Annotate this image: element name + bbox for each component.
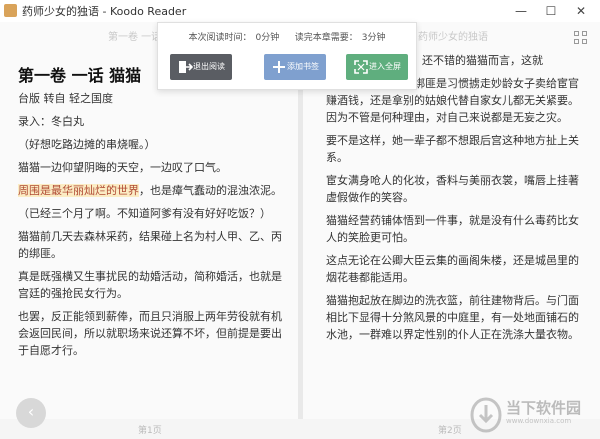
paragraph: 猫猫前几天去森林采药，结果碰上名为村人甲、乙、丙的绑匪。 [18,230,282,260]
paragraph-fragment: 还不错的猫猫而言，这就 [422,54,543,67]
exit-reading-button[interactable]: 退出阅读 [170,54,232,80]
paragraph: 台版 转自 轻之国度 [18,92,113,105]
maximize-button[interactable]: ☐ [536,0,566,22]
read-time-label: 本次阅读时间： [188,33,252,43]
plus-icon [273,61,285,73]
chapter-title: 第一卷 一话 猫猫 [18,66,142,85]
watermark: 当下软件园 www.downxia.com [470,395,596,435]
paragraph: 要不是这样，她一辈子都不想跟后宫这种地方扯上关系。 [326,134,579,164]
title-bar: 药师少女的独语 - Koodo Reader — ☐ ✕ [0,0,600,23]
right-page-number: 第2页 [438,426,462,436]
paragraph: （好想吃路边摊的串烧喔。） [18,138,156,151]
grid-icon[interactable] [574,31,588,45]
paragraph: 猫猫抱起放在脚边的洗衣篮，前往建物背后。与门面相比下显得十分煞风景的中庭里，有一… [326,294,579,341]
paragraph: （已经三个月了啊。不知道阿爹有没有好好吃饭？） [18,207,271,220]
highlighted-text[interactable]: 周围是最华丽灿烂的世界 [18,184,139,197]
close-button[interactable]: ✕ [566,0,596,22]
window-title: 药师少女的独语 - Koodo Reader [22,5,187,18]
exit-reading-label: 退出阅读 [193,62,225,71]
app-icon [4,4,17,17]
fullscreen-icon [354,60,368,74]
add-bookmark-label: 添加书签 [287,62,319,71]
remaining-value: 3分钟 [361,33,386,43]
paragraph-with-highlight: 周围是最华丽灿烂的世界，也是瘴气蠢动的混浊浓泥。 [18,184,282,197]
paragraph: 猫猫一边仰望阴晦的天空，一边叹了口气。 [18,161,227,174]
minimize-button[interactable]: — [506,0,536,22]
remaining-label: 读完本章需要： [294,33,358,43]
watermark-url: www.downxia.com [506,417,572,425]
paragraph: 也罢，反正能领到薪俸，而且只消服上两年劳役就有机会返回民间，所以就职场来说还算不… [18,310,282,357]
read-time-value: 0分钟 [255,33,280,43]
right-page-text: 还不错的猫猫而言，这就 对猫猫而言，那些绑匪是习惯掳走妙龄女子卖给宦官赚酒钱，还… [326,52,584,349]
exit-icon [179,61,193,73]
left-page-number: 第1页 [138,426,162,436]
paragraph: 录入：冬白丸 [18,115,84,128]
paragraph: 宦女满身呛人的化妆，香料与美丽衣裳，嘴唇上挂著虚假做作的笑容。 [326,174,579,204]
add-bookmark-button[interactable]: 添加书签 [264,54,326,80]
reading-toolbar: 本次阅读时间： 0分钟 读完本章需要： 3分钟 退出阅读 添加书签 进入全屏 [157,22,417,90]
watermark-logo-icon [470,397,502,433]
paragraph: 这点无论在公卿大臣云集的画阁朱楼，还是城邑里的烟花巷都能适用。 [326,254,579,284]
watermark-brand: 当下软件园 [506,399,582,417]
previous-page-button[interactable]: ‹ [16,398,46,428]
left-page-text: 台版 转自 轻之国度 录入：冬白丸 （好想吃路边摊的串烧喔。） 猫猫一边仰望阴晦… [18,90,286,365]
reading-stats: 本次阅读时间： 0分钟 读完本章需要： 3分钟 [158,30,416,43]
running-header-right: 药师少女的独语 [418,32,488,43]
fullscreen-label: 进入全屏 [369,62,401,71]
paragraph: 真是既强横又生事扰民的劫婚活动，简称婚活，也就是宫廷的强抢民女行为。 [18,270,282,300]
paragraph: 猫猫经营药铺体悟到一件事，就是没有什么毒药比女人的笑脸更可怕。 [326,214,579,244]
chevron-left-icon: ‹ [27,402,35,421]
paragraph-rest: 也是瘴气蠢动的混浊浓泥。 [150,184,282,197]
fullscreen-button[interactable]: 进入全屏 [346,54,408,80]
running-header-left: 第一卷 一话 [108,32,162,43]
